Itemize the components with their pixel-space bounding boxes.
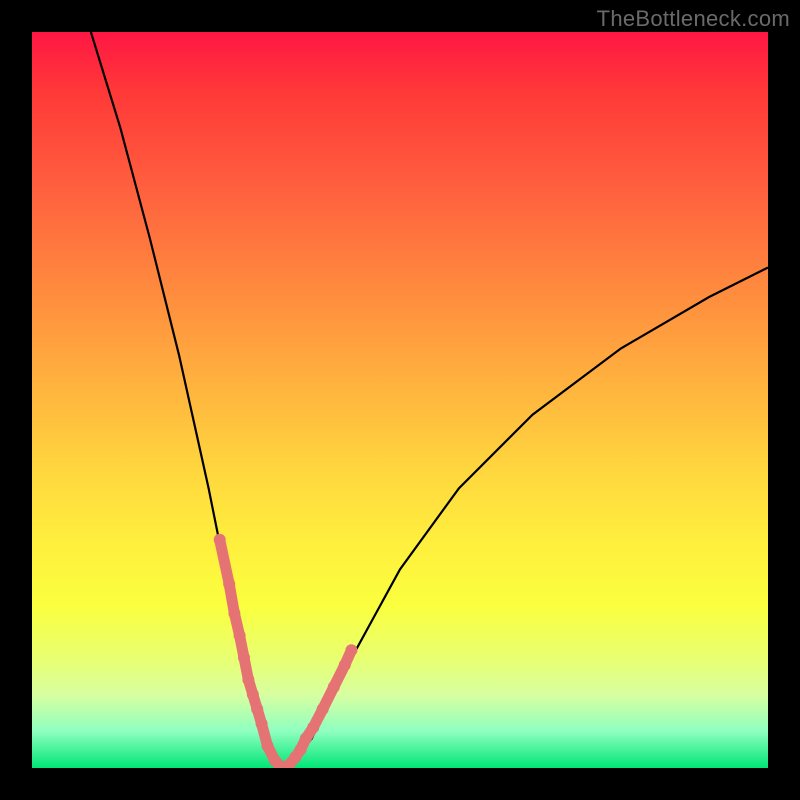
- chart-frame: TheBottleneck.com: [0, 0, 800, 800]
- bottleneck-curve: [91, 32, 768, 768]
- curve-layer: [32, 32, 768, 768]
- marker-segment: [220, 540, 230, 584]
- marker-dot: [345, 644, 357, 656]
- plot-area: [32, 32, 768, 768]
- watermark-text: TheBottleneck.com: [597, 6, 790, 32]
- marker-group: [214, 534, 358, 768]
